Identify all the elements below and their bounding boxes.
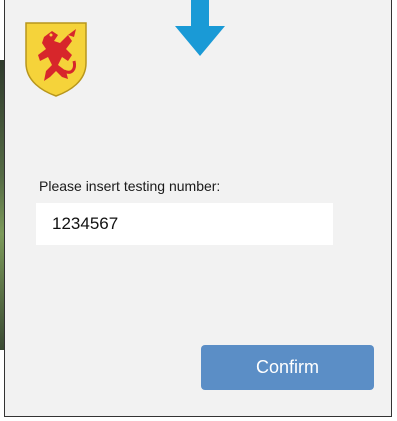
confirm-button[interactable]: Confirm — [201, 345, 374, 390]
testing-number-label: Please insert testing number: — [39, 178, 221, 194]
screen: Please insert testing number: Confirm — [0, 0, 397, 421]
testing-number-input[interactable] — [35, 202, 334, 246]
arrow-down-icon — [175, 0, 225, 56]
testing-number-dialog: Please insert testing number: Confirm — [4, 0, 392, 417]
coat-of-arms-lion-icon — [25, 22, 87, 97]
